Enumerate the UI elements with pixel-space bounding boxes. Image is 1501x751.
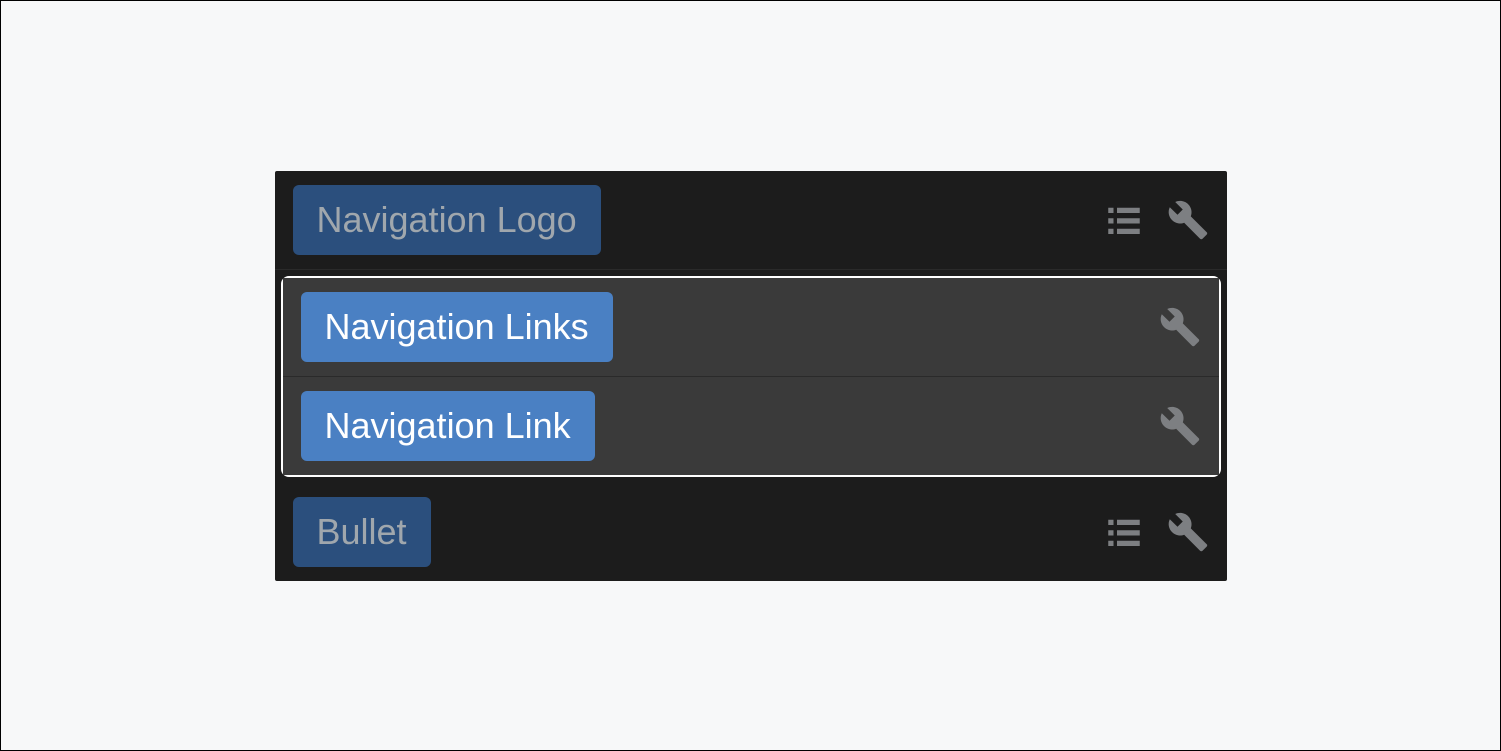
row-actions: [1103, 511, 1209, 553]
wrench-icon[interactable]: [1167, 511, 1209, 553]
component-row-navigation-link[interactable]: Navigation Link: [283, 377, 1219, 475]
wrench-icon[interactable]: [1159, 306, 1201, 348]
component-panel: Navigation Logo Navigation Links Navigat…: [275, 171, 1227, 581]
component-row-bullet[interactable]: Bullet: [275, 483, 1227, 581]
component-tag: Navigation Links: [301, 292, 613, 362]
list-icon[interactable]: [1103, 511, 1145, 553]
component-row-navigation-links[interactable]: Navigation Links: [283, 278, 1219, 377]
row-actions: [1159, 306, 1201, 348]
selected-group: Navigation Links Navigation Link: [281, 276, 1221, 477]
component-tag: Bullet: [293, 497, 431, 567]
row-actions: [1159, 405, 1201, 447]
component-tag: Navigation Logo: [293, 185, 601, 255]
list-icon[interactable]: [1103, 199, 1145, 241]
wrench-icon[interactable]: [1159, 405, 1201, 447]
row-actions: [1103, 199, 1209, 241]
component-tag: Navigation Link: [301, 391, 595, 461]
component-row-navigation-logo[interactable]: Navigation Logo: [275, 171, 1227, 270]
wrench-icon[interactable]: [1167, 199, 1209, 241]
